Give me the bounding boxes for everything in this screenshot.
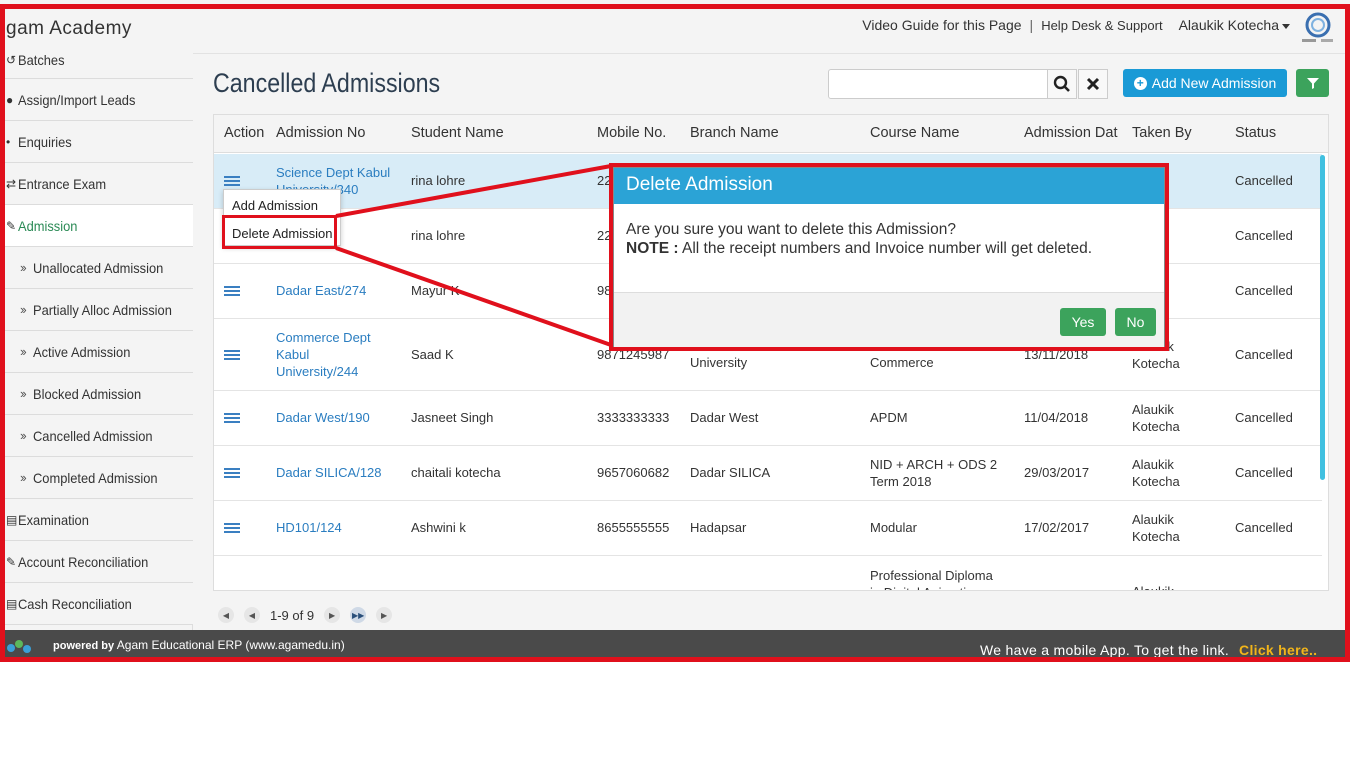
dialog-highlight-frame bbox=[609, 163, 1169, 351]
screenshot-stage: gam Academy Video Guide for this Page | … bbox=[0, 0, 1366, 768]
delete-item-highlight-frame bbox=[222, 215, 337, 249]
